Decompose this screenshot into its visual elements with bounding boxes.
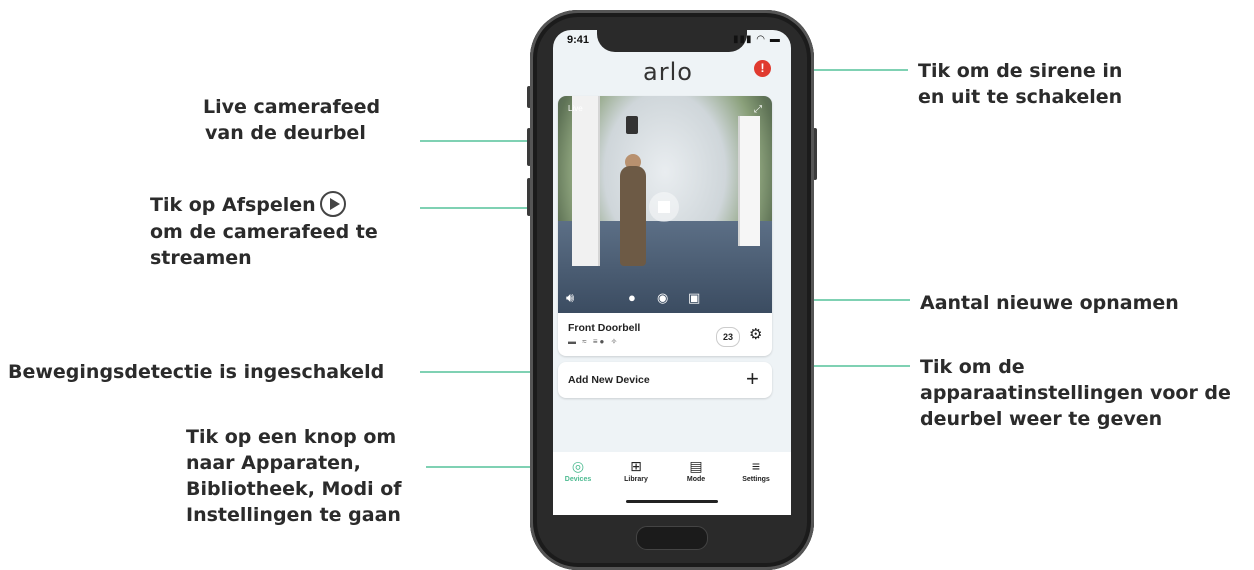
annotation-line: Bewegingsdetectie is ingeschakeld <box>8 361 385 383</box>
annotation-siren: Tik om de sirene in en uit te schakelen <box>918 58 1122 110</box>
camera-feed[interactable]: Live ⤢ 🔊︎ ● ◉ ▣ <box>558 96 772 313</box>
annotation-text: Tik op Afspelen <box>150 194 316 216</box>
annotation-line: om de camerafeed te <box>150 220 378 243</box>
status-icons: ▮▮▮ ◠ ▬ <box>733 34 781 45</box>
camera-snapshot-icon[interactable]: ▣ <box>688 290 700 306</box>
annotation-line: Aantal nieuwe opnamen <box>920 292 1179 314</box>
wifi-icon: ◠ <box>756 34 767 45</box>
speaker-icon[interactable]: 🔊︎ <box>566 290 574 306</box>
record-icon[interactable]: ◉ <box>657 290 668 306</box>
annotation-line: Tik om de <box>920 356 1025 378</box>
signal-icon: ▮▮▮ <box>733 34 753 45</box>
tab-label: Library <box>624 476 648 483</box>
device-status-icons: ▬ ≈ ≡● ✧ <box>568 337 619 346</box>
annotation-line: streamen <box>150 246 252 269</box>
microphone-icon[interactable]: ● <box>628 290 636 305</box>
annotation-line: naar Apparaten, <box>186 452 361 474</box>
battery-icon: ▬ <box>769 34 781 45</box>
annotation-play: Tik op Afspelen om de camerafeed te stre… <box>150 190 378 271</box>
annotation-line: Bibliotheek, Modi of <box>186 478 402 500</box>
annotation-line: deurbel weer te geven <box>920 408 1163 430</box>
siren-button[interactable]: ! <box>754 60 771 77</box>
phone-home-button[interactable] <box>636 526 708 550</box>
motion-detection-icon: ≡● <box>592 337 607 346</box>
devices-icon: ◎ <box>571 458 585 474</box>
tab-settings[interactable]: ≡ Settings <box>731 458 781 483</box>
battery-icon: ▬ <box>568 337 578 346</box>
device-name: Front Doorbell <box>568 322 641 334</box>
tab-bar: ◎ Devices ⊞ Library ▤ Mode ≡ Settings <box>553 452 791 492</box>
siren-icon: ! <box>760 61 765 75</box>
library-icon: ⊞ <box>630 458 642 474</box>
annotation-line: Tik om de sirene in <box>918 60 1123 82</box>
tab-label: Settings <box>742 476 770 483</box>
tab-devices[interactable]: ◎ Devices <box>553 458 603 483</box>
menu-icon: ≡ <box>751 458 761 474</box>
feed-person <box>620 166 646 266</box>
status-time: 9:41 <box>567 34 590 46</box>
annotation-line: Live camerafeed <box>203 96 381 118</box>
live-label: Live <box>568 104 583 113</box>
feed-pillar <box>572 96 600 266</box>
annotation-motion: Bewegingsdetectie is ingeschakeld <box>8 359 384 385</box>
new-recordings-badge[interactable]: 23 <box>716 327 740 347</box>
tab-mode[interactable]: ▤ Mode <box>671 458 721 483</box>
mode-icon: ▤ <box>689 458 703 474</box>
phone-notch <box>597 22 747 52</box>
screen-bottom <box>553 492 791 515</box>
annotation-nav: Tik op een knop om naar Apparaten, Bibli… <box>186 424 402 528</box>
annotation-line: van de deurbel <box>205 122 366 144</box>
fullscreen-icon[interactable]: ⤢ <box>754 104 762 115</box>
add-device-row[interactable]: Add New Device + <box>558 362 772 398</box>
annotation-live-feed: Live camerafeed van de deurbel <box>203 94 380 146</box>
device-card[interactable]: Live ⤢ 🔊︎ ● ◉ ▣ Front Doorbell ▬ ≈ ≡● ✧ … <box>558 96 772 356</box>
light-icon: ✧ <box>610 337 620 346</box>
annotation-line: apparaatinstellingen voor de <box>920 382 1231 404</box>
annotation-line: Tik op een knop om <box>186 426 397 448</box>
annotation-line: Tik op Afspelen <box>150 190 378 219</box>
tab-label: Mode <box>686 476 706 483</box>
annotation-line: en uit te schakelen <box>918 86 1123 108</box>
annotation-new-recordings: Aantal nieuwe opnamen <box>920 290 1179 316</box>
wifi-icon: ≈ <box>582 337 589 346</box>
plus-icon[interactable]: + <box>746 366 759 392</box>
stop-button[interactable] <box>649 192 679 222</box>
home-indicator[interactable] <box>626 500 718 503</box>
gear-icon[interactable]: ⚙ <box>749 325 762 343</box>
annotation-settings: Tik om de apparaatinstellingen voor de d… <box>920 354 1231 432</box>
annotation-line: Instellingen te gaan <box>186 504 401 526</box>
tab-library[interactable]: ⊞ Library <box>611 458 661 483</box>
add-device-label: Add New Device <box>568 374 650 386</box>
play-icon <box>319 190 346 217</box>
feed-pillar <box>738 116 760 246</box>
feed-lamp <box>626 116 638 134</box>
tab-label: Devices <box>564 476 592 483</box>
app-logo: arlo <box>643 58 693 86</box>
